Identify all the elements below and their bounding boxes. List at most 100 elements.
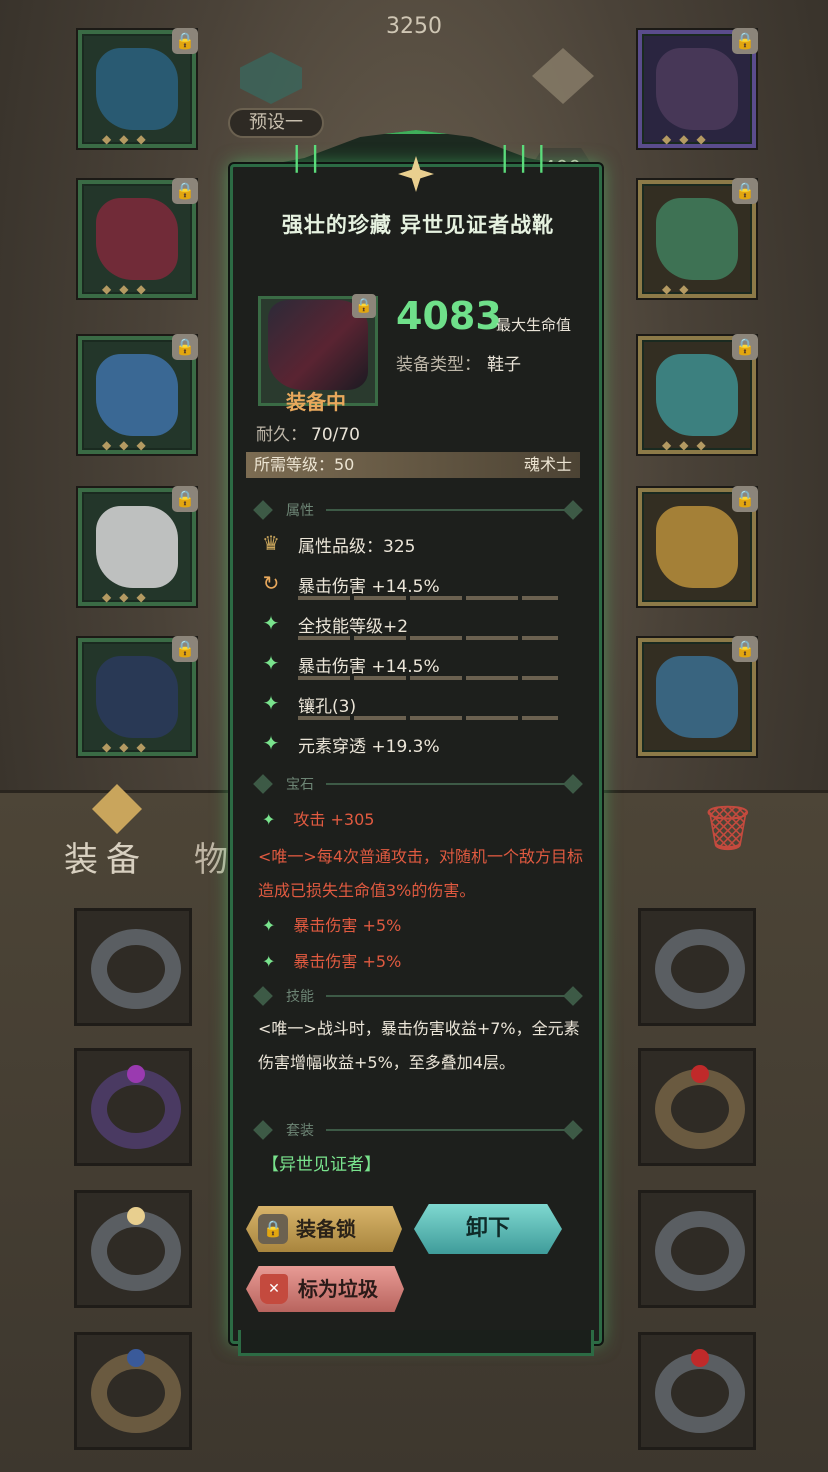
lock-icon: 🔒 <box>732 486 758 512</box>
inventory-slot[interactable] <box>74 1048 192 1166</box>
attribute-row: ✦ 全技能等级+2 <box>258 608 588 640</box>
tab-items[interactable]: 物 <box>194 832 228 881</box>
sparkle-icon: ✦ <box>262 651 280 675</box>
socket-icons: ◆◆◆ <box>102 590 154 604</box>
inventory-slot[interactable] <box>638 1190 756 1308</box>
inventory-slot[interactable] <box>638 908 756 1026</box>
ring-icon <box>656 198 738 280</box>
tab-equipment[interactable]: 装备 <box>64 832 148 881</box>
sparkle-icon: ✦ <box>262 611 280 635</box>
attribute-text: 暴击伤害 +14.5% <box>298 657 440 677</box>
gem-stat: ✦ 暴击伤害 +5% <box>262 912 592 936</box>
button-label: 装备锁 <box>296 1217 356 1241</box>
amulet-slot[interactable]: 🔒 ◆◆◆ <box>638 28 758 148</box>
required-level: 所需等级：50 <box>254 455 355 474</box>
diamond-icon <box>253 986 273 1006</box>
section-label: 宝石 <box>286 777 314 793</box>
item-type-value: 鞋子 <box>487 355 521 375</box>
lock-icon: 🔒 <box>172 486 198 512</box>
attribute-row: ✦ 镶孔(3) <box>258 688 588 720</box>
requirement-bar: 所需等级：50 魂术士 <box>246 452 580 478</box>
gem-stat-text: 暴击伤害 +5% <box>293 952 402 971</box>
attribute-text: 镶孔(3) <box>298 697 357 717</box>
boots-slot[interactable]: 🔒 ◆◆◆ <box>78 636 198 756</box>
lock-icon: 🔒 <box>172 636 198 662</box>
attribute-text: 全技能等级+2 <box>298 617 409 637</box>
inventory-slot[interactable] <box>74 1190 192 1308</box>
divider <box>326 783 568 785</box>
gem-stat: ✦ 攻击 +305 <box>262 806 592 830</box>
attribute-text: 暴击伤害 +14.5% <box>298 577 440 597</box>
diamond-icon <box>253 1120 273 1140</box>
diamond-icon <box>253 500 273 520</box>
section-skill: 技能 <box>253 984 583 1006</box>
socket-icons: ◆◆◆ <box>102 132 154 146</box>
inventory-slot[interactable] <box>74 908 192 1026</box>
trash-icon[interactable]: 🗑 <box>700 802 756 858</box>
socket-icons: ◆◆◆ <box>102 438 154 452</box>
mark-as-junk-button[interactable]: ✕ 标为垃圾 <box>246 1266 404 1312</box>
unequip-button[interactable]: 卸下 <box>414 1204 562 1254</box>
gem-unique-description: <唯一>每4次普通攻击，对随机一个敌方目标造成已损失生命值3%的伤害。 <box>258 847 583 900</box>
ring-icon <box>656 354 738 436</box>
roll-bar <box>298 596 558 600</box>
set-name: 【异世见证者】 <box>262 1155 381 1175</box>
gem-icon <box>127 1207 145 1225</box>
socket-icons: ◆◆◆ <box>102 740 154 754</box>
durability-value: 70/70 <box>311 425 360 445</box>
section-set: 套装 <box>253 1118 583 1140</box>
lock-icon: 🔒 <box>732 28 758 54</box>
inventory-slot[interactable] <box>638 1332 756 1450</box>
diamond-icon <box>563 1120 583 1140</box>
weapon-icon <box>96 48 178 130</box>
attribute-row: ↻ 暴击伤害 +14.5% <box>258 568 588 600</box>
section-label: 技能 <box>286 989 314 1005</box>
gem-icon <box>691 1065 709 1083</box>
ring-slot-1[interactable]: 🔒 ◆◆ <box>638 178 758 298</box>
equipment-lock-button[interactable]: 🔒 装备锁 <box>246 1206 402 1252</box>
ring-icon <box>91 929 181 1009</box>
attribute-row: ✦ 元素穿透 +19.3% <box>258 728 588 760</box>
item-type: 装备类型： 鞋子 <box>396 350 521 375</box>
socket-icons: ◆◆◆ <box>662 132 714 146</box>
ring-slot-2[interactable]: 🔒 ◆◆◆ <box>638 334 758 454</box>
divider <box>326 995 568 997</box>
attribute-text: 属性品级：325 <box>298 537 416 557</box>
roll-bar <box>298 636 558 640</box>
divider <box>326 509 568 511</box>
ring-icon <box>655 1211 745 1291</box>
quality-icon: ♛ <box>262 531 280 555</box>
sparkle-icon: ✦ <box>262 916 276 935</box>
durability-label: 耐久： <box>256 425 307 445</box>
spike-decoration-icon: | | <box>292 140 320 173</box>
roll-bar <box>298 716 558 720</box>
main-stat-label: 最大生命值 <box>496 316 572 334</box>
gem-icon <box>691 1349 709 1367</box>
socket-icons: ◆◆◆ <box>102 282 154 296</box>
lock-icon: 🔒 <box>732 178 758 204</box>
offhand-slot[interactable]: 🔒 <box>638 636 758 756</box>
armor-slot[interactable]: 🔒 ◆◆◆ <box>78 178 198 298</box>
inventory-slot[interactable] <box>74 1332 192 1450</box>
sparkle-icon: ✦ <box>262 731 280 755</box>
gem-stat-text: 暴击伤害 +5% <box>293 916 402 935</box>
staff-slot[interactable]: 🔒 <box>638 486 758 606</box>
section-label: 套装 <box>286 1123 314 1139</box>
section-label: 属性 <box>286 503 314 519</box>
shoulder-slot[interactable]: 🔒 ◆◆◆ <box>78 334 198 454</box>
pants-slot[interactable]: 🔒 ◆◆◆ <box>78 486 198 606</box>
button-label: 标为垃圾 <box>298 1277 378 1301</box>
boots-icon <box>96 656 178 738</box>
roll-bar <box>298 676 558 680</box>
preset-tab[interactable]: 预设一 <box>228 108 324 138</box>
durability: 耐久： 70/70 <box>256 420 360 445</box>
sparkle-icon: ✦ <box>262 952 276 971</box>
section-gems: 宝石 <box>253 772 583 794</box>
sparkle-icon: ✦ <box>262 691 280 715</box>
lock-icon: 🔒 <box>172 28 198 54</box>
item-title: 强壮的珍藏 异世见证者战靴 <box>281 213 555 237</box>
main-stat-value: 4083 <box>396 294 502 338</box>
staff-icon <box>656 506 738 588</box>
inventory-slot[interactable] <box>638 1048 756 1166</box>
weapon-slot[interactable]: 🔒 ◆◆◆ <box>78 28 198 148</box>
